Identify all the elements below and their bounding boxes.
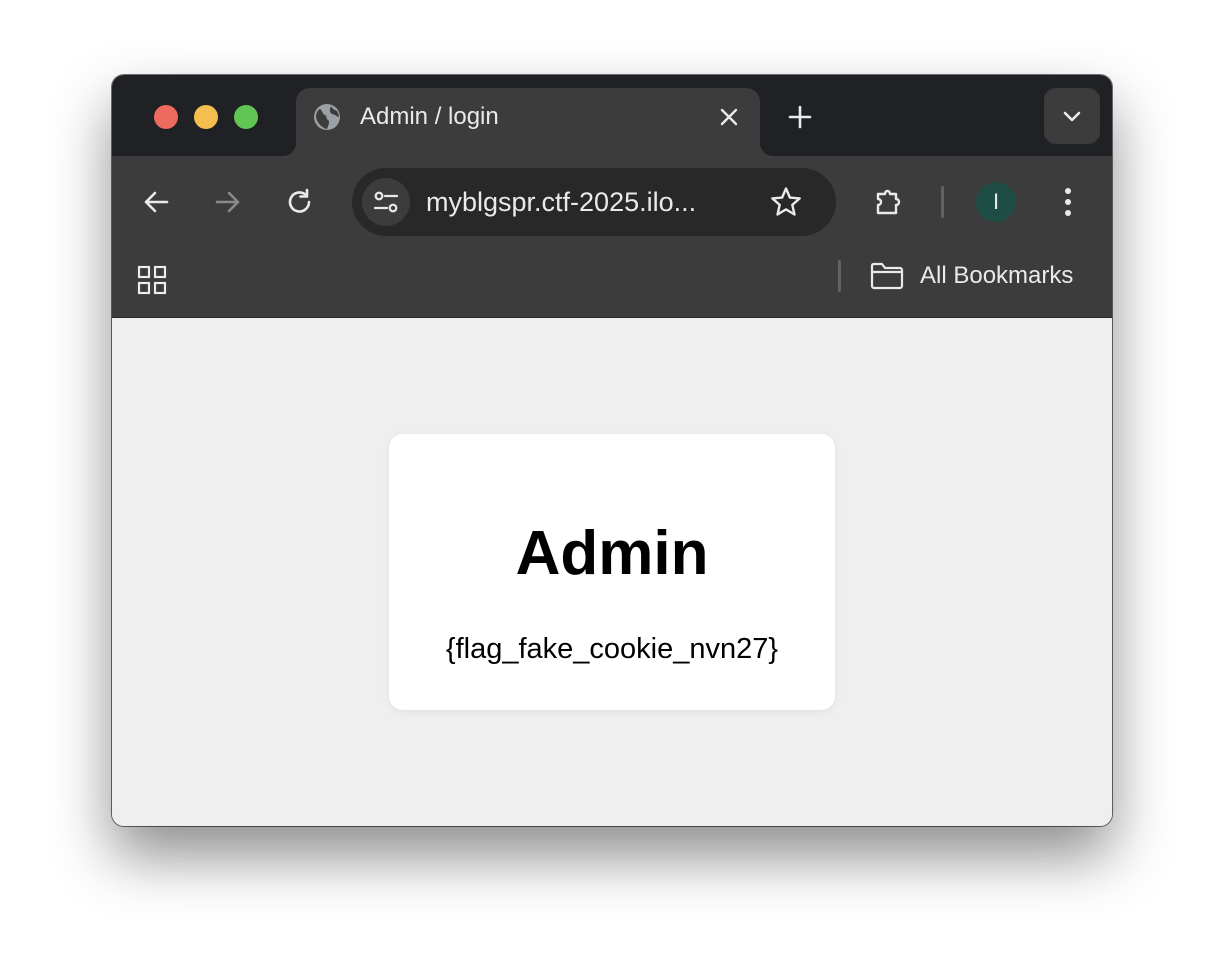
chevron-down-icon (1063, 111, 1081, 122)
close-icon[interactable] (714, 102, 744, 132)
tab-active[interactable]: Admin / login (282, 88, 774, 156)
star-icon (771, 187, 801, 216)
apps-button[interactable] (134, 262, 170, 298)
page-content: Admin {flag_fake_cookie_nvn27} (112, 318, 1112, 826)
close-window-button[interactable] (154, 105, 178, 129)
apps-grid-icon (137, 265, 167, 295)
reload-button[interactable] (278, 180, 322, 224)
arrow-right-icon (215, 191, 240, 213)
minimize-window-button[interactable] (194, 105, 218, 129)
tune-icon (373, 191, 399, 213)
extensions-button[interactable] (868, 180, 912, 224)
page-title: Admin (515, 519, 709, 588)
tab-search-button[interactable] (1044, 88, 1100, 144)
bookmarks-bar: All Bookmarks (112, 248, 1112, 318)
address-bar[interactable]: myblgspr.ctf-2025.ilo... (352, 168, 836, 236)
back-button[interactable] (134, 180, 178, 224)
navigation-toolbar: myblgspr.ctf-2025.ilo... I (112, 156, 1112, 248)
menu-button[interactable] (1046, 180, 1090, 224)
tab-title: Admin / login (360, 103, 499, 130)
plus-icon (788, 105, 812, 129)
all-bookmarks-button[interactable]: All Bookmarks (870, 260, 1073, 292)
maximize-window-button[interactable] (234, 105, 258, 129)
profile-avatar[interactable]: I (976, 182, 1016, 222)
folder-icon (870, 262, 904, 290)
reload-icon (288, 188, 311, 213)
arrow-left-icon (144, 191, 169, 213)
tab-strip: Admin / login (112, 75, 1112, 156)
toolbar-divider (941, 186, 944, 218)
admin-card: Admin {flag_fake_cookie_nvn27} (389, 434, 835, 710)
globe-icon (312, 102, 342, 132)
more-vertical-icon (1065, 188, 1071, 216)
url-text[interactable]: myblgspr.ctf-2025.ilo... (426, 187, 744, 217)
bookmark-star-button[interactable] (766, 182, 806, 222)
puzzle-icon (876, 189, 901, 215)
browser-window: Admin / login myblgspr.ctf-2025.ilo... I… (112, 75, 1112, 826)
bookmarks-divider (838, 260, 841, 292)
site-info-button[interactable] (362, 178, 410, 226)
flag-text: {flag_fake_cookie_nvn27} (445, 633, 779, 665)
forward-button[interactable] (206, 180, 250, 224)
new-tab-button[interactable] (782, 99, 818, 135)
all-bookmarks-label: All Bookmarks (920, 262, 1074, 289)
